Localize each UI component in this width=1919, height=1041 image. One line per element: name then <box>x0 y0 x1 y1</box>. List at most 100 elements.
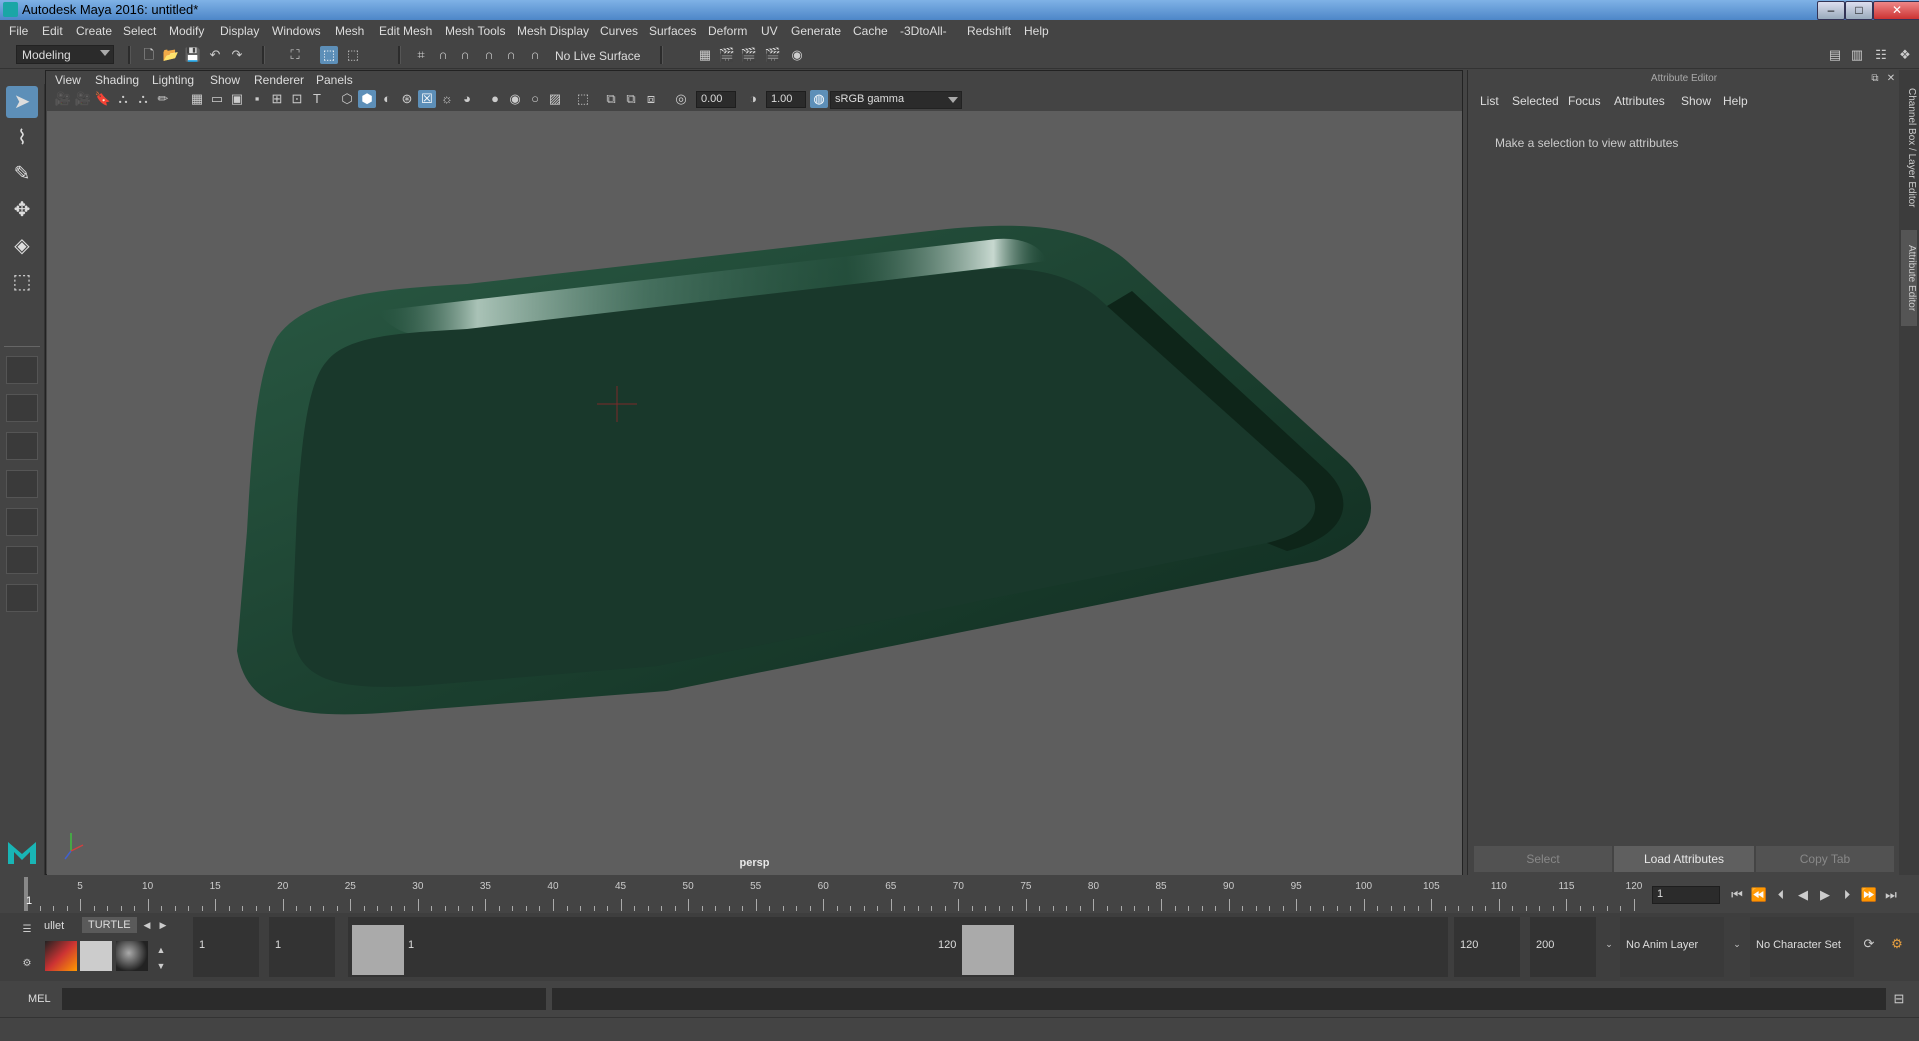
ae-menu-focus[interactable]: Focus <box>1568 94 1601 108</box>
select-tool-icon[interactable]: ➤ <box>6 86 38 118</box>
anti-alias-icon[interactable]: ◉ <box>506 90 524 108</box>
playback-start-field[interactable]: 1 <box>269 917 335 977</box>
vp-menu-shading[interactable]: Shading <box>95 73 139 87</box>
shelf-tab-bullet[interactable]: ullet <box>38 918 70 934</box>
character-set-dropdown[interactable]: No Character Set <box>1750 917 1854 977</box>
minimize-button[interactable]: – <box>1817 1 1845 20</box>
menu-modify[interactable]: Modify <box>169 24 204 38</box>
field-chart-icon[interactable]: ⊞ <box>268 90 286 108</box>
step-back-frame-icon[interactable]: ⏪ <box>1750 886 1768 904</box>
camera-attributes-icon[interactable]: 🎥 <box>74 90 92 108</box>
snap-curve-icon[interactable]: ∩ <box>434 46 452 64</box>
anim-layer-dropdown[interactable]: No Anim Layer <box>1620 917 1724 977</box>
menu-mesh-display[interactable]: Mesh Display <box>517 24 589 38</box>
ipr-render-icon[interactable]: 🎬 <box>740 46 758 64</box>
hypershade-layout-icon[interactable] <box>6 508 38 536</box>
menu-uv[interactable]: UV <box>761 24 778 38</box>
range-end-handle[interactable] <box>962 925 1014 975</box>
menu-file[interactable]: File <box>9 24 28 38</box>
select-hierarchy-icon[interactable]: ⛶ <box>286 46 304 64</box>
snap-grid-icon[interactable]: ⌗ <box>412 46 430 64</box>
attribute-editor-tab[interactable]: Attribute Editor <box>1901 230 1917 326</box>
grease-pencil-icon[interactable]: ✏ <box>154 90 172 108</box>
film-gate-icon[interactable]: ▭ <box>208 90 226 108</box>
start-time-field[interactable]: 1 <box>193 917 259 977</box>
vp-menu-lighting[interactable]: Lighting <box>152 73 194 87</box>
color-management-icon[interactable]: ◍ <box>810 90 828 108</box>
snap-view-plane-icon[interactable]: ∩ <box>480 46 498 64</box>
xray-components-icon[interactable]: ⧉ <box>622 90 640 108</box>
wireframe-on-shaded-icon[interactable]: ◐ <box>378 90 396 108</box>
vp-menu-renderer[interactable]: Renderer <box>254 73 304 87</box>
resolution-gate-icon[interactable]: ▣ <box>228 90 246 108</box>
command-language-label[interactable]: MEL <box>28 993 51 1005</box>
depth-of-field-icon[interactable]: ○ <box>526 90 544 108</box>
hud-icon[interactable]: ⧈ <box>642 90 660 108</box>
auto-key-icon[interactable]: ⟳ <box>1860 935 1878 953</box>
menu-set-dropdown[interactable]: Modeling <box>16 45 114 64</box>
chevron-down-icon[interactable]: ⌄ <box>1728 935 1746 953</box>
channel-box-tab[interactable]: Channel Box / Layer Editor <box>1901 78 1917 218</box>
menu-generate[interactable]: Generate <box>791 24 841 38</box>
animation-preferences-icon[interactable]: ⚙ <box>1888 935 1906 953</box>
chevron-down-icon[interactable]: ⌄ <box>1600 935 1618 953</box>
tool-settings-icon[interactable]: ☷ <box>1872 46 1890 64</box>
safe-title-icon[interactable]: T <box>308 90 326 108</box>
vp-menu-panels[interactable]: Panels <box>316 73 353 87</box>
vp-menu-show[interactable]: Show <box>210 73 240 87</box>
menu-deform[interactable]: Deform <box>708 24 747 38</box>
menu-windows[interactable]: Windows <box>272 24 321 38</box>
attribute-editor-toggle-icon[interactable]: ▥ <box>1848 46 1866 64</box>
time-slider[interactable]: 5 10 15 20 25 30 35 40 45 50 55 60 65 70 75 80 85 90 95 100… <box>0 875 1919 913</box>
ae-menu-show[interactable]: Show <box>1681 94 1711 108</box>
safe-action-icon[interactable]: ⊡ <box>288 90 306 108</box>
ae-menu-help[interactable]: Help <box>1723 94 1748 108</box>
exposure-icon[interactable]: ◎ <box>672 90 690 108</box>
menu-mesh[interactable]: Mesh <box>335 24 364 38</box>
image-plane-icon[interactable]: ⛬ <box>114 90 132 108</box>
turtle-render-icon[interactable] <box>45 941 77 971</box>
gamma-field[interactable]: 1.00 <box>766 91 806 108</box>
go-to-end-icon[interactable]: ⏭ <box>1882 886 1900 904</box>
playback-end-field[interactable]: 120 <box>1454 917 1520 977</box>
grid-icon[interactable]: ▦ <box>188 90 206 108</box>
turtle-sphere-icon[interactable] <box>116 941 148 971</box>
exposure-field[interactable]: 0.00 <box>696 91 736 108</box>
load-attributes-button[interactable]: Load Attributes <box>1614 846 1754 872</box>
end-time-field[interactable]: 200 <box>1530 917 1596 977</box>
command-input[interactable] <box>62 988 546 1010</box>
custom-layout-icon[interactable] <box>6 584 38 612</box>
xray-icon[interactable]: ▨ <box>546 90 564 108</box>
rotate-tool-icon[interactable]: ◈ <box>6 230 38 262</box>
step-back-key-icon[interactable]: ⏴ <box>1772 886 1790 904</box>
menu-edit[interactable]: Edit <box>42 24 63 38</box>
2d-pan-zoom-icon[interactable]: ⛬ <box>134 90 152 108</box>
render-settings-icon[interactable]: ▦ <box>696 46 714 64</box>
textured-icon[interactable]: ⊛ <box>398 90 416 108</box>
step-forward-key-icon[interactable]: ⏵ <box>1838 886 1856 904</box>
vp-menu-view[interactable]: View <box>55 73 81 87</box>
persp-graph-layout-icon[interactable] <box>6 470 38 498</box>
ae-menu-list[interactable]: List <box>1480 94 1499 108</box>
four-view-layout-icon[interactable] <box>6 394 38 422</box>
snap-point-icon[interactable]: ∩ <box>456 46 474 64</box>
ae-menu-selected[interactable]: Selected <box>1512 94 1559 108</box>
motion-blur-icon[interactable]: ● <box>486 90 504 108</box>
redo-icon[interactable]: ↷ <box>228 46 246 64</box>
range-start-handle[interactable] <box>352 925 404 975</box>
open-scene-icon[interactable]: 📂 <box>162 46 180 64</box>
use-all-lights-icon[interactable]: ☒ <box>418 90 436 108</box>
shelf-settings-icon[interactable]: ⚙ <box>18 955 36 973</box>
persp-outliner-layout-icon[interactable] <box>6 432 38 460</box>
modeling-toolkit-icon[interactable]: ▤ <box>1826 46 1844 64</box>
menu-cache[interactable]: Cache <box>853 24 888 38</box>
gamma-icon[interactable]: ◑ <box>744 90 762 108</box>
undo-icon[interactable]: ↶ <box>206 46 224 64</box>
move-tool-icon[interactable]: ✥ <box>6 194 38 226</box>
paint-select-icon[interactable]: ✎ <box>6 158 38 190</box>
gate-mask-icon[interactable]: ▪ <box>248 90 266 108</box>
shelf-menu-icon[interactable]: ☰ <box>18 921 36 939</box>
select-button[interactable]: Select <box>1474 846 1612 872</box>
viewport-canvas[interactable]: persp <box>47 111 1462 875</box>
menu-select[interactable]: Select <box>123 24 156 38</box>
